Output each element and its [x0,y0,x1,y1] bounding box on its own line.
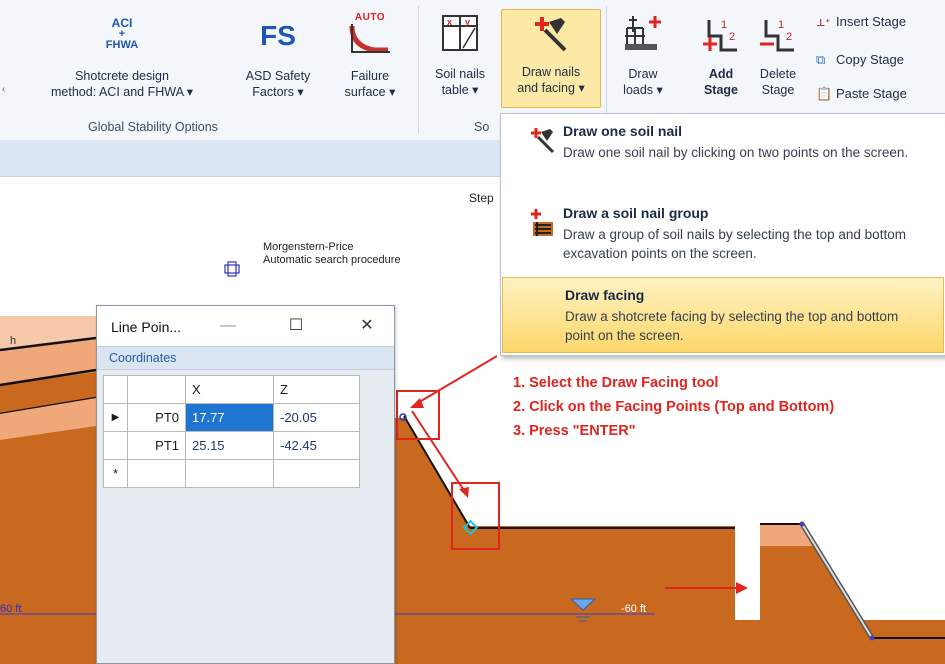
draw-nail-hammer-icon [502,10,600,58]
draw-nails-label-2: and facing ▾ [517,81,585,95]
instruction-step-2: 2. Click on the Facing Points (Top and B… [513,399,835,415]
menu-item-desc: Draw one soil nail by clicking on two po… [563,145,909,160]
add-stage-icon: 1 2 [690,14,752,62]
failure-surface-button[interactable]: AUTO Failure surface ▾ [330,10,410,100]
new-row-x[interactable] [185,459,274,488]
soil-nails-table-button[interactable]: x y Soil nails table ▾ [422,14,498,98]
delete-stage-icon: 1 2 [750,14,806,62]
shotcrete-label-2: method: ACI and FHWA ▾ [51,85,193,99]
asd-label-2: Factors ▾ [252,85,304,99]
new-row-z[interactable] [273,459,360,488]
method-procedure: Automatic search procedure [263,254,401,266]
svg-text:x: x [447,17,452,27]
menu-item-title: Draw one soil nail [563,123,683,139]
draw-loads-label-1: Draw [628,67,658,81]
cell-z[interactable]: -42.45 [273,431,360,460]
xy-table-icon: x y [422,14,498,62]
row-name: PT1 [127,431,186,460]
copy-stage-button[interactable]: ⧉ Copy Stage [816,52,904,74]
svg-text:2: 2 [729,31,735,43]
delete-stage-label-1: Delete [759,67,797,81]
table-row[interactable]: ▶ PT0 17.77 -20.05 [103,403,360,432]
failure-label-1: Failure [350,69,390,83]
cell-x[interactable]: 17.77 [185,403,274,432]
column-header-x[interactable]: X [185,375,274,404]
coordinates-grid: X Z ▶ PT0 17.77 -20.05 PT1 25.15 -42.45 … [103,375,360,488]
paste-stage-button[interactable]: 📋 Paste Stage [816,86,907,108]
row-header [103,431,128,460]
asd-label-1: ASD Safety [245,69,311,83]
draw-loads-label-2: loads ▾ [623,83,663,97]
svg-text:y: y [465,17,470,27]
menu-item-title: Draw a soil nail group [563,205,709,221]
ribbon-scroll-left-icon[interactable]: ‹ [2,84,5,95]
group-label-global-stability: Global Stability Options [88,120,218,134]
new-row-name[interactable] [127,459,186,488]
group-separator [418,6,419,134]
grid-corner-name [127,375,186,404]
window-title-bar[interactable]: Line Poin... — ☐ ✕ [97,306,394,346]
menu-item-desc: Draw a shotcrete facing by selecting the… [565,309,899,343]
group-label-soil-nails: So [474,120,490,134]
single-nail-icon [529,126,555,154]
water-label-left: 60 ft [0,603,22,615]
copy-stage-icon: ⧉ [816,52,826,67]
row-pointer-icon: ▶ [103,403,128,432]
paste-stage-icon: 📋 [816,86,833,101]
new-row-marker: * [103,459,128,488]
coordinates-tab-label: Coordinates [109,351,177,365]
line-points-window: Line Poin... — ☐ ✕ Coordinates X Z ▶ PT0… [96,305,395,664]
add-stage-label-1: Add [708,67,734,81]
menu-item-draw-soil-nail-group[interactable]: Draw a soil nail group Draw a group of s… [501,196,945,274]
delete-stage-button[interactable]: 1 2 Delete Stage [750,14,806,98]
delete-stage-label-2: Stage [761,83,795,97]
maximize-icon[interactable]: ☐ [282,314,310,338]
water-label-right: -60 ft [621,603,647,615]
coordinates-panel: X Z ▶ PT0 17.77 -20.05 PT1 25.15 -42.45 … [97,370,394,663]
new-row[interactable]: * [103,459,360,488]
close-icon[interactable]: ✕ [353,314,381,338]
add-stage-button[interactable]: 1 2 Add Stage [690,14,752,98]
svg-text:1: 1 [778,19,784,31]
grid-header-row: X Z [103,375,360,404]
menu-item-desc: Draw a group of soil nails by selecting … [563,227,906,261]
menu-item-draw-facing[interactable]: Draw facing Draw a shotcrete facing by s… [502,277,944,353]
cell-z[interactable]: -20.05 [273,403,360,432]
method-name: Morgenstern-Price [263,241,354,253]
aci-fhwa-icon: ACI + FHWA [105,16,139,51]
asd-safety-factors-button[interactable]: FS ASD Safety Factors ▾ [231,16,325,100]
draw-nails-label-1: Draw nails [521,65,581,79]
insert-stage-icon: ⊥⁺ [816,18,831,29]
fs-icon: FS [260,20,296,51]
shotcrete-design-button[interactable]: ACI + FHWA Shotcrete design method: ACI … [12,16,232,100]
soil-nails-label-1: Soil nails [434,67,486,81]
step-label: Step [469,191,494,205]
svg-text:1: 1 [721,19,727,31]
menu-item-draw-one-soil-nail[interactable]: Draw one soil nail Draw one soil nail by… [501,114,945,192]
row-name: PT0 [127,403,186,432]
grid-corner [103,375,128,404]
minimize-icon[interactable]: — [214,314,242,338]
column-header-z[interactable]: Z [273,375,360,404]
svg-text:2: 2 [786,31,792,43]
layer-label: h [10,335,17,347]
window-title: Line Poin... [111,319,182,335]
menu-item-title: Draw facing [565,287,645,303]
draw-loads-button[interactable]: Draw loads ▾ [610,14,676,98]
cell-x[interactable]: 25.15 [185,431,274,460]
instruction-step-1: 1. Select the Draw Facing tool [513,375,719,391]
shotcrete-label-1: Shotcrete design [75,69,169,83]
table-row[interactable]: PT1 25.15 -42.45 [103,431,360,460]
nail-group-icon [529,208,555,236]
instruction-step-3: 3. Press "ENTER" [513,423,636,439]
draw-loads-icon [610,14,676,62]
coordinates-tab[interactable]: Coordinates [97,346,394,370]
insert-stage-button[interactable]: ⊥⁺ Insert Stage [816,14,906,36]
draw-nails-dropdown-menu: Draw one soil nail Draw one soil nail by… [500,113,945,356]
draw-nails-and-facing-button[interactable]: Draw nails and facing ▾ [501,9,601,108]
soil-nails-label-2: table ▾ [441,83,479,97]
add-stage-label-2: Stage [703,83,739,97]
auto-failure-icon: AUTO [330,10,410,62]
failure-label-2: surface ▾ [344,85,396,99]
